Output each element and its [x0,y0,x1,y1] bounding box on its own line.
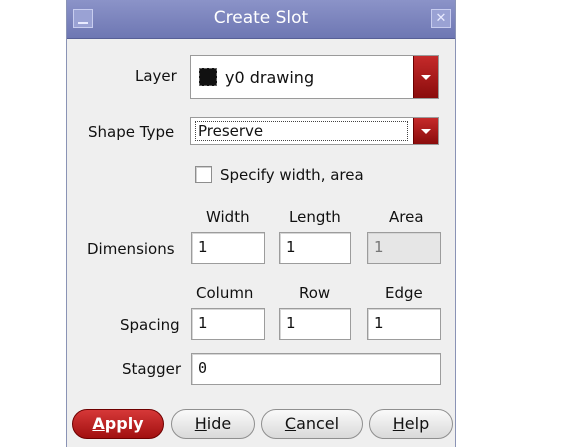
shape-type-value: Preserve [195,121,408,141]
stagger-label: Stagger [122,360,182,378]
row-header: Row [299,284,331,302]
row-spacing-field[interactable]: 1 [279,308,351,340]
window-title: Create Slot [213,8,309,28]
column-header: Column [196,284,254,302]
width-field[interactable]: 1 [191,232,265,264]
help-label-rest: elp [404,414,430,433]
title-bar[interactable]: Create Slot ✕ [67,0,455,39]
layer-swatch-icon [199,68,217,86]
width-header: Width [206,208,250,226]
specify-width-area-label: Specify width, area [220,166,364,184]
specify-width-area-checkbox[interactable] [195,166,212,183]
hide-mnemonic: H [194,414,207,433]
hide-label-rest: ide [206,414,232,433]
area-field: 1 [367,232,441,264]
layer-dropdown-arrow-icon[interactable]: .a1::after{} [413,56,438,98]
shape-type-select[interactable]: Preserve [190,117,439,145]
area-header: Area [389,208,424,226]
cancel-button[interactable]: Cancel [261,409,363,439]
help-button[interactable]: Help [369,409,453,439]
length-header: Length [289,208,341,226]
column-spacing-field[interactable]: 1 [191,308,265,340]
edge-header: Edge [385,284,423,302]
hide-button[interactable]: Hide [171,409,255,439]
cancel-mnemonic: C [284,414,297,433]
shape-type-label: Shape Type [88,123,175,141]
help-mnemonic: H [392,414,405,433]
layer-label: Layer [135,67,177,85]
shape-type-dropdown-arrow-icon[interactable] [413,118,438,144]
apply-button[interactable]: Apply [72,409,164,439]
create-slot-dialog: Create Slot ✕ Layer y0 drawing .a1::afte… [66,0,456,447]
dimensions-label: Dimensions [87,240,175,258]
stagger-field[interactable]: 0 [191,353,441,385]
layer-value: y0 drawing [225,68,315,87]
layer-select[interactable]: y0 drawing .a1::after{} [190,55,439,99]
edge-spacing-field[interactable]: 1 [367,308,441,340]
length-field[interactable]: 1 [279,232,351,264]
close-icon[interactable]: ✕ [431,9,451,28]
apply-label-rest: pply [104,414,144,433]
spacing-label: Spacing [120,316,180,334]
apply-mnemonic: A [92,414,105,433]
cancel-label-rest: ancel [296,414,340,433]
